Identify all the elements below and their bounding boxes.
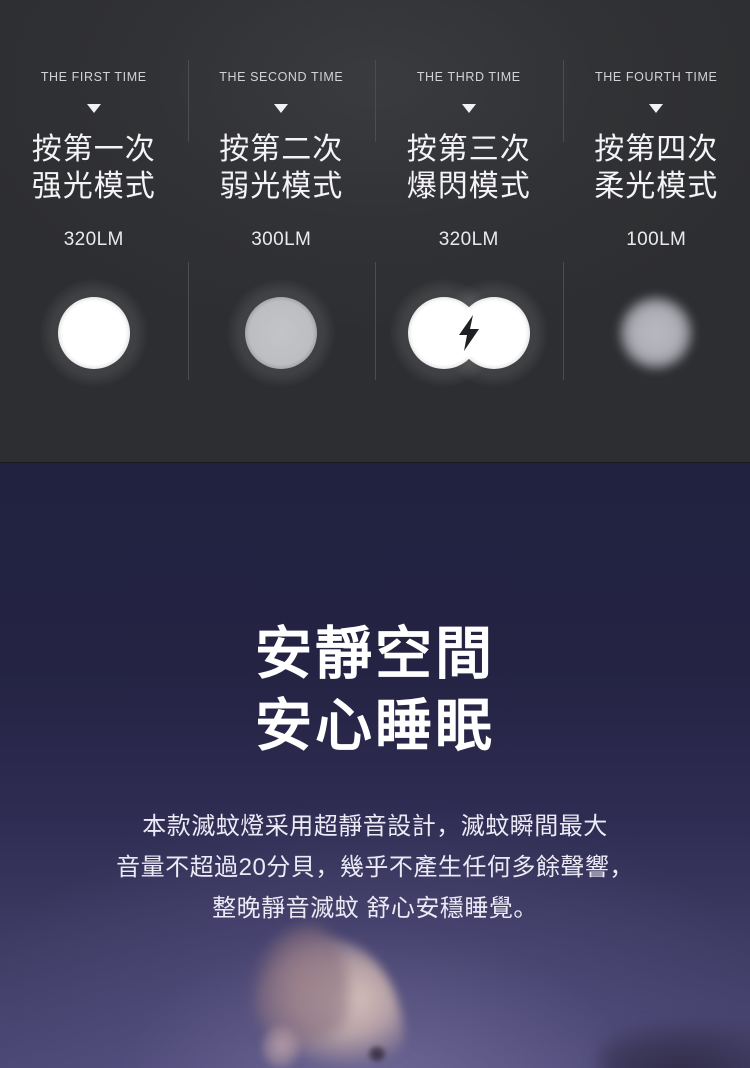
background-shadow [600, 1024, 750, 1068]
headline-line1: 安靜空間 [255, 622, 495, 686]
mode-lumens: 320LM [63, 229, 124, 250]
mode-column-first: THE FIRST TIME 按第一次 强光模式 320LM [0, 0, 188, 462]
body-line-1: 本款滅蚊燈采用超靜音設計，滅蚊瞬間最大 [142, 813, 608, 840]
triangle-down-icon [86, 104, 101, 113]
triangle-down-icon [649, 104, 664, 113]
baby-eye [368, 1046, 386, 1062]
quiet-sleep-section: 安靜空間 安心睡眠 本款滅蚊燈采用超靜音設計，滅蚊瞬間最大 音量不超過20分貝，… [0, 463, 750, 1068]
sleeping-baby-photo [0, 926, 750, 1068]
lightning-bolt-icon [458, 315, 479, 351]
mode-title-line1: 按第四次 [594, 133, 719, 166]
headline-line2: 安心睡眠 [255, 694, 495, 758]
lamp-core [620, 297, 693, 369]
mode-title: 按第三次 爆閃模式 [375, 131, 563, 205]
body-line-2: 音量不超過20分貝，幾乎不產生任何多餘聲響， [116, 854, 634, 881]
mode-lumens: 320LM [438, 229, 499, 250]
lamp-preview-bright [0, 278, 188, 388]
mode-lumens: 300LM [251, 229, 312, 250]
baby-hair [252, 926, 350, 1044]
mode-order-label: THE SECOND TIME [219, 70, 344, 84]
mode-title-line1: 按第一次 [31, 133, 156, 166]
mode-order-label: THE FIRST TIME [40, 70, 147, 84]
mode-order-label: THE THRD TIME [416, 70, 521, 84]
mode-order-label: THE FOURTH TIME [595, 70, 718, 84]
mode-title-line2: 柔光模式 [594, 170, 719, 203]
mode-lumens: 100LM [626, 229, 687, 250]
body-line-3: 整晚靜音滅蚊 舒心安穩睡覺。 [212, 895, 538, 922]
mode-title-line2: 弱光模式 [219, 170, 344, 203]
lamp-core [245, 297, 318, 369]
mode-title: 按第二次 弱光模式 [188, 131, 376, 205]
mode-title-line1: 按第三次 [406, 133, 531, 166]
mode-title-line2: 强光模式 [31, 170, 156, 203]
triangle-down-icon [461, 104, 476, 113]
baby-ear [262, 1026, 300, 1068]
mode-columns: THE FIRST TIME 按第一次 强光模式 320LM THE SECON… [0, 0, 750, 462]
mode-column-fourth: THE FOURTH TIME 按第四次 柔光模式 100LM [562, 0, 750, 462]
mode-title-line2: 爆閃模式 [406, 170, 531, 203]
product-detail-page: THE FIRST TIME 按第一次 强光模式 320LM THE SECON… [0, 0, 750, 1068]
light-modes-section: THE FIRST TIME 按第一次 强光模式 320LM THE SECON… [0, 0, 750, 463]
mode-title-line1: 按第二次 [219, 133, 344, 166]
lamp-preview-strobe [375, 278, 563, 388]
triangle-down-icon [274, 104, 289, 113]
mode-column-second: THE SECOND TIME 按第二次 弱光模式 300LM [187, 0, 376, 462]
lamp-preview-soft [563, 278, 750, 388]
mode-title: 按第一次 强光模式 [0, 131, 188, 205]
mode-column-third: THE THRD TIME 按第三次 爆閃模式 320LM [375, 0, 563, 462]
section-headline: 安靜空間 安心睡眠 [0, 618, 750, 762]
section-body-copy: 本款滅蚊燈采用超靜音設計，滅蚊瞬間最大 音量不超過20分貝，幾乎不產生任何多餘聲… [0, 806, 750, 929]
mode-title: 按第四次 柔光模式 [563, 131, 750, 205]
lamp-core [57, 297, 130, 369]
lamp-preview-dim [188, 278, 376, 388]
